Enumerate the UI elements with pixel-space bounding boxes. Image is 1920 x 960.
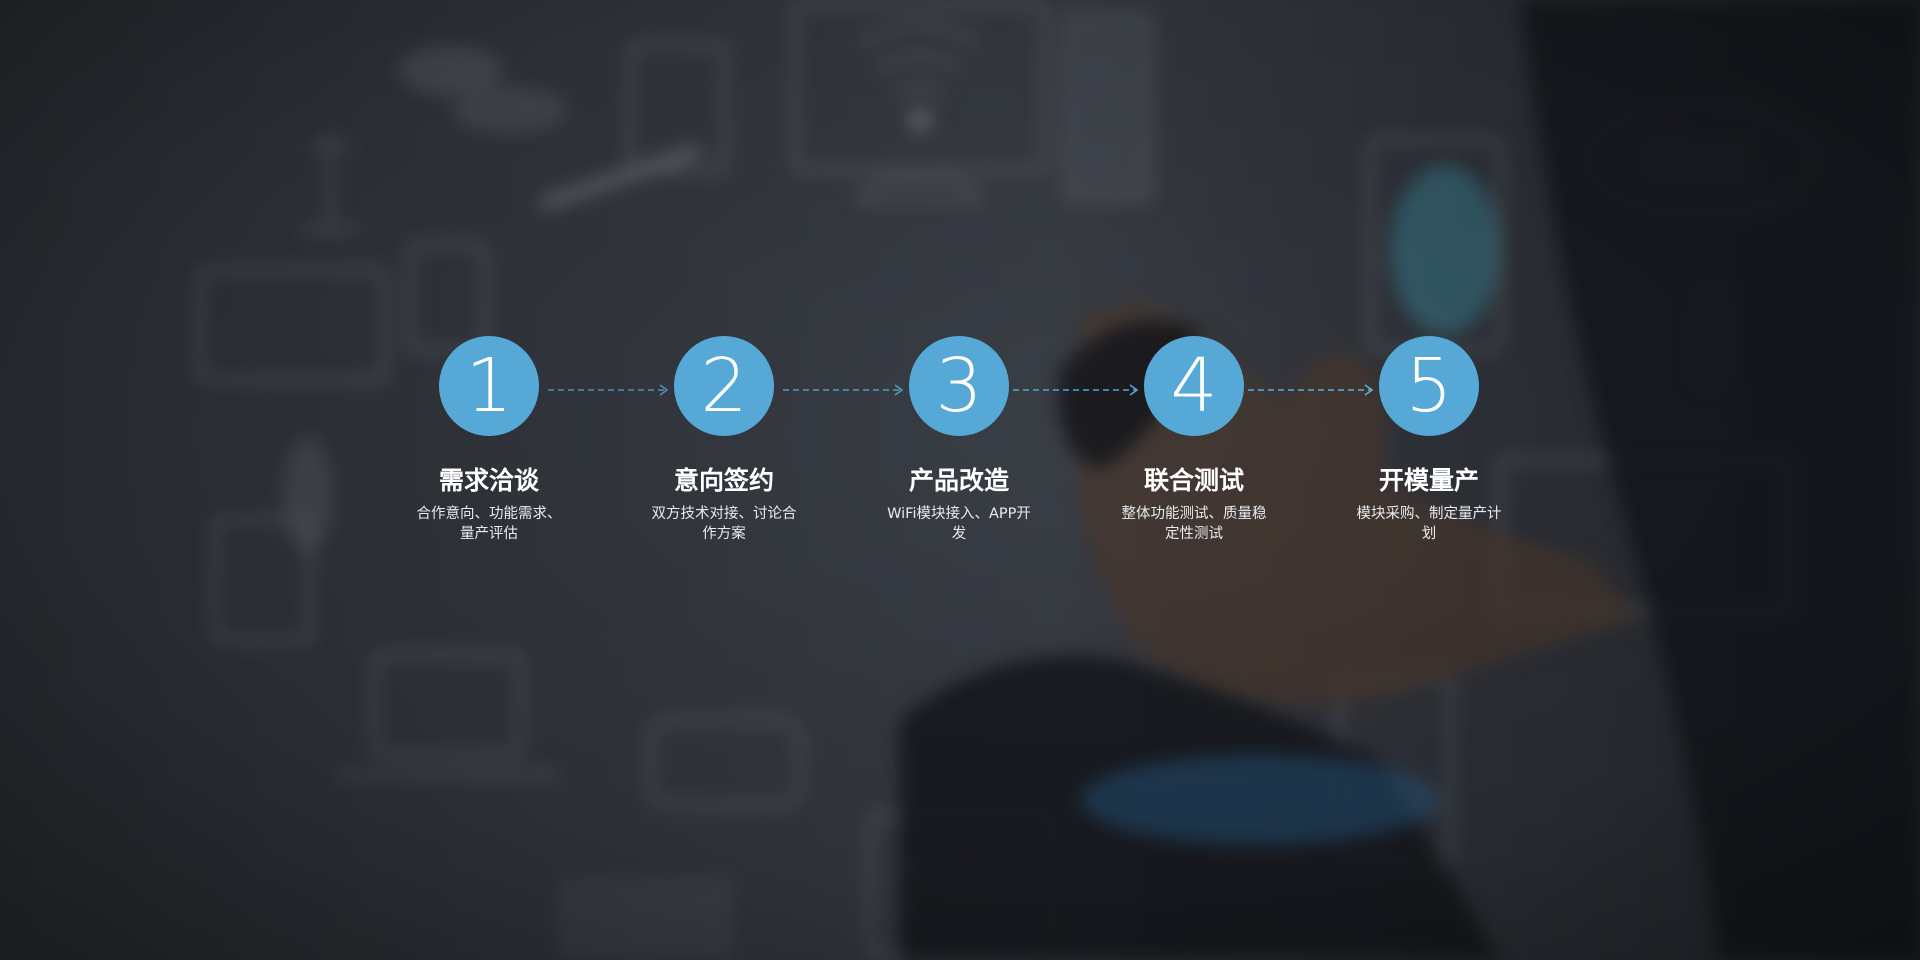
step-description: 模块采购、制定量产计划 (1356, 506, 1502, 542)
step-number-circle: 4 (1144, 336, 1244, 436)
step-description: 双方技术对接、讨论合作方案 (651, 506, 797, 542)
arrow-right-icon (1013, 384, 1139, 396)
step-number-circle: 3 (909, 336, 1009, 436)
step-5: 5 开模量产 模块采购、制定量产计划 (1309, 336, 1549, 544)
step-title: 联合测试 (1143, 466, 1244, 495)
step-title: 产品改造 (908, 466, 1009, 495)
step-title: 意向签约 (673, 466, 774, 495)
step-1: 1 需求洽谈 合作意向、功能需求、量产评估 (369, 336, 609, 544)
step-description: WiFi模块接入、APP开发 (887, 506, 1031, 542)
arrow-right-icon (783, 384, 904, 396)
step-description: 合作意向、功能需求、量产评估 (416, 506, 562, 542)
step-number-circle: 1 (439, 336, 539, 436)
arrow-right-icon (1248, 384, 1374, 396)
step-4: 4 联合测试 整体功能测试、质量稳定性测试 (1074, 336, 1314, 544)
step-number-circle: 2 (674, 336, 774, 436)
arrow-right-icon (548, 384, 669, 396)
step-description: 整体功能测试、质量稳定性测试 (1121, 506, 1267, 542)
process-steps: 1 需求洽谈 合作意向、功能需求、量产评估 2 意向签约 双方技术对接、讨论合作… (0, 0, 1920, 960)
step-3: 3 产品改造 WiFi模块接入、APP开发 (839, 336, 1079, 544)
step-title: 需求洽谈 (438, 466, 539, 495)
step-title: 开模量产 (1378, 466, 1479, 495)
step-2: 2 意向签约 双方技术对接、讨论合作方案 (604, 336, 844, 544)
step-number-circle: 5 (1379, 336, 1479, 436)
